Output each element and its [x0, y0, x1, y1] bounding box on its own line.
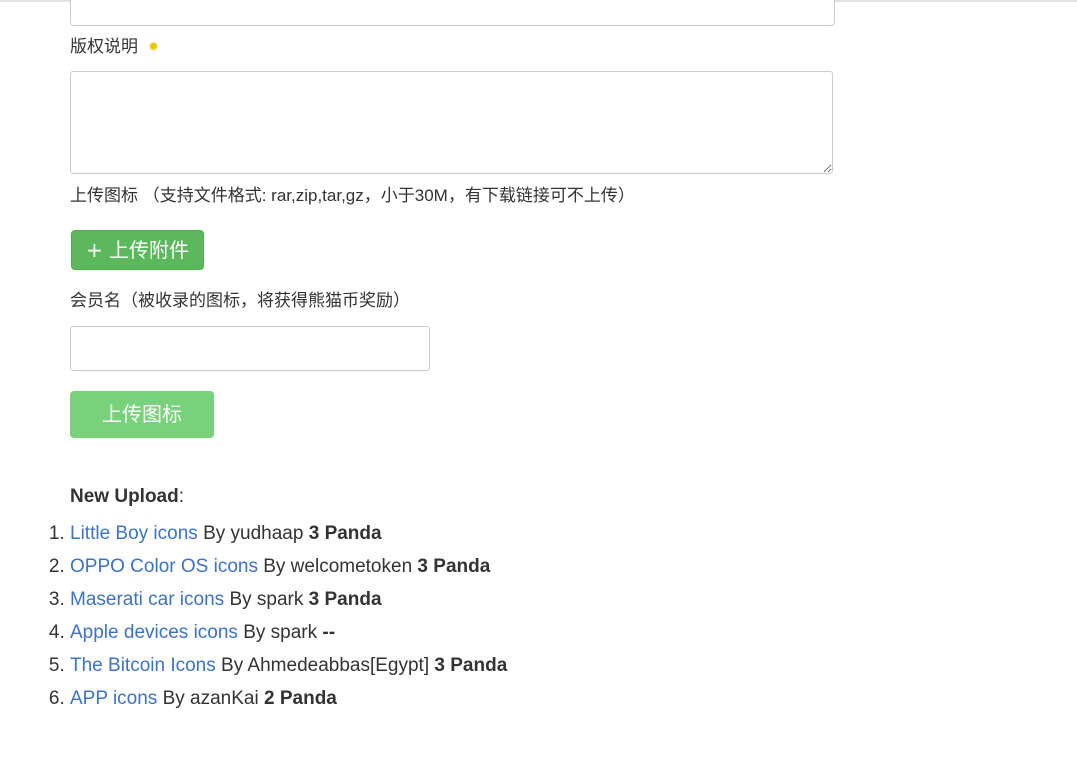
upload-author: By spark	[229, 589, 304, 610]
member-name-input[interactable]	[70, 326, 430, 371]
upload-reward: 2 Panda	[264, 688, 337, 709]
copyright-label: 版权说明	[70, 37, 138, 56]
new-upload-colon: :	[178, 486, 185, 507]
upload-link[interactable]: Apple devices icons	[70, 622, 238, 643]
upload-author: By spark	[243, 622, 318, 643]
upload-link[interactable]: The Bitcoin Icons	[70, 655, 216, 676]
list-item: Maserati car icons By spark 3 Panda	[70, 583, 507, 616]
list-item: APP icons By azanKai 2 Panda	[70, 682, 507, 715]
upload-author: By azanKai	[162, 688, 259, 709]
upload-icon-label: 上传图标 （支持文件格式: rar,zip,tar,gz，小于30M，有下载链接…	[70, 186, 635, 205]
list-item: The Bitcoin Icons By Ahmedeabbas[Egypt] …	[70, 649, 507, 682]
upload-reward: --	[322, 622, 336, 643]
upload-icon-submit-button[interactable]: 上传图标	[70, 391, 214, 438]
upload-link[interactable]: Little Boy icons	[70, 523, 198, 544]
list-item: Apple devices icons By spark --	[70, 616, 507, 649]
upload-attachment-button[interactable]: + 上传附件	[71, 230, 204, 270]
new-upload-title: New Upload	[70, 486, 179, 507]
previous-input-field[interactable]	[70, 0, 835, 26]
upload-link[interactable]: OPPO Color OS icons	[70, 556, 258, 577]
member-name-label: 会员名（被收录的图标，将获得熊猫币奖励）	[70, 291, 410, 310]
upload-reward: 3 Panda	[308, 523, 382, 544]
list-item: OPPO Color OS icons By welcometoken 3 Pa…	[70, 550, 507, 583]
copyright-label-row: 版权说明 ✹	[70, 37, 159, 58]
upload-reward: 3 Panda	[434, 655, 508, 676]
asterisk-icon: ✹	[148, 39, 159, 54]
upload-reward: 3 Panda	[308, 589, 382, 610]
upload-author: By Ahmedeabbas[Egypt]	[221, 655, 430, 676]
upload-link[interactable]: APP icons	[70, 688, 157, 709]
new-upload-heading: New Upload:	[70, 486, 184, 508]
list-item: Little Boy icons By yudhaap 3 Panda	[70, 517, 507, 550]
new-upload-list: Little Boy icons By yudhaap 3 Panda OPPO…	[30, 517, 507, 715]
upload-reward: 3 Panda	[417, 556, 491, 577]
copyright-textarea[interactable]	[70, 71, 833, 174]
upload-link[interactable]: Maserati car icons	[70, 589, 224, 610]
upload-author: By yudhaap	[203, 523, 304, 544]
upload-author: By welcometoken	[263, 556, 413, 577]
